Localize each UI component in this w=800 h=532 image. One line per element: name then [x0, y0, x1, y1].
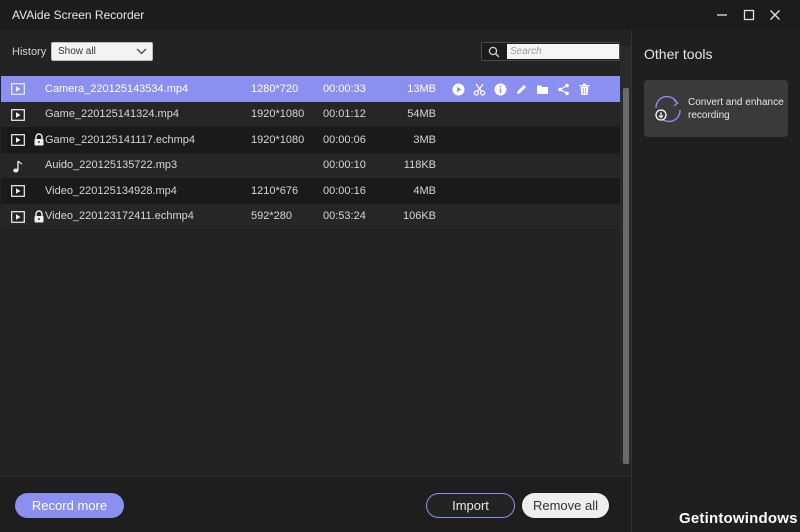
video-file-icon [11, 185, 25, 197]
share-icon[interactable] [556, 82, 570, 96]
recording-row[interactable]: Auido_220125135722.mp3 00:00:10 118KB [1, 152, 620, 178]
import-button[interactable]: Import [426, 493, 515, 518]
other-tools-sidebar: Other tools Convert and enhance recordin… [631, 30, 800, 532]
recording-name: Game_220125141324.mp4 [45, 108, 179, 121]
history-filter-value: Show all [58, 46, 96, 57]
app-title: AVAide Screen Recorder [12, 8, 145, 22]
scrollbar-thumb[interactable] [623, 88, 629, 464]
close-button[interactable] [766, 6, 784, 24]
recording-row[interactable]: Video_220123172411.echmp4 592*280 00:53:24… [1, 203, 620, 229]
scissors-icon[interactable] [472, 82, 486, 96]
video-file-icon [11, 134, 25, 146]
recording-duration: 00:00:06 [323, 133, 366, 146]
recording-duration: 00:00:16 [323, 184, 366, 197]
recording-size: 13MB [407, 82, 436, 95]
lock-icon [33, 133, 45, 146]
pencil-icon[interactable] [514, 82, 528, 96]
recording-duration: 00:00:33 [323, 82, 366, 95]
recording-resolution: 1210*676 [251, 184, 299, 197]
recording-name: Camera_220125143534.mp4 [45, 82, 189, 95]
recording-row[interactable]: Camera_220125143534.mp4 1280*720 00:00:33 1… [1, 76, 620, 102]
history-filter-dropdown[interactable]: Show all [51, 42, 153, 61]
recording-size: 118KB [403, 159, 436, 172]
lock-icon [33, 209, 45, 223]
video-file-icon [11, 210, 25, 223]
convert-enhance-tool-card[interactable]: Convert and enhance recording [644, 80, 788, 137]
maximize-button[interactable] [740, 6, 758, 24]
recording-list: Camera_220125143534.mp4 1280*720 00:00:33 1… [1, 76, 620, 229]
remove-all-button[interactable]: Remove all [522, 493, 609, 518]
trash-icon[interactable] [577, 82, 591, 96]
recording-row[interactable]: Game_220125141117.echmp4 1920*1080 00:00:0… [1, 127, 620, 153]
close-icon [770, 10, 780, 20]
recording-row[interactable]: Game_220125141324.mp4 1920*1080 00:01:12 54… [1, 101, 620, 127]
chevron-down-icon [136, 48, 147, 55]
bottom-toolbar: Record more Import Remove all [0, 476, 631, 532]
recording-name: Game_220125141117.echmp4 [45, 133, 196, 146]
recording-name: Auido_220125135722.mp3 [45, 159, 178, 172]
recording-duration: 00:00:10 [323, 159, 366, 172]
minimize-icon [717, 14, 727, 16]
recording-resolution: 592*280 [251, 210, 292, 223]
play-icon[interactable] [451, 82, 465, 96]
audio-note-icon [11, 160, 25, 172]
recording-name: Video_220123172411.echmp4 [45, 210, 194, 223]
recording-row[interactable]: Video_220125134928.mp4 1210*676 00:00:16 4M… [1, 178, 620, 204]
video-file-icon [11, 108, 25, 121]
folder-icon[interactable] [535, 82, 549, 96]
recording-size: 54MB [407, 108, 436, 121]
info-icon[interactable] [493, 82, 507, 96]
convert-enhance-label: Convert and enhance recording [688, 97, 784, 121]
watermark-text: Getintowindows [679, 510, 798, 527]
recording-resolution: 1920*1080 [251, 108, 305, 121]
recording-name: Video_220125134928.mp4 [45, 184, 177, 197]
other-tools-title: Other tools [644, 46, 713, 62]
search-box [481, 42, 620, 61]
video-file-icon [11, 83, 25, 95]
history-panel: History Show all Camera_220125143534.mp4… [0, 30, 631, 532]
recording-size: 3MB [413, 133, 436, 146]
row-actions [451, 82, 591, 96]
recording-size: 106KB [402, 210, 436, 223]
title-bar: AVAide Screen Recorder [0, 0, 800, 30]
maximize-icon [743, 9, 755, 21]
recording-duration: 00:53:24 [323, 210, 366, 223]
search-icon[interactable] [482, 43, 506, 60]
search-input[interactable] [507, 44, 619, 59]
recording-resolution: 1280*720 [251, 82, 299, 95]
record-more-button[interactable]: Record more [15, 493, 124, 518]
recording-duration: 00:01:12 [323, 108, 366, 121]
recording-resolution: 1920*1080 [251, 133, 305, 146]
recording-size: 4MB [413, 184, 436, 197]
minimize-button[interactable] [713, 6, 731, 24]
convert-icon [655, 95, 681, 123]
history-label: History [12, 46, 47, 58]
